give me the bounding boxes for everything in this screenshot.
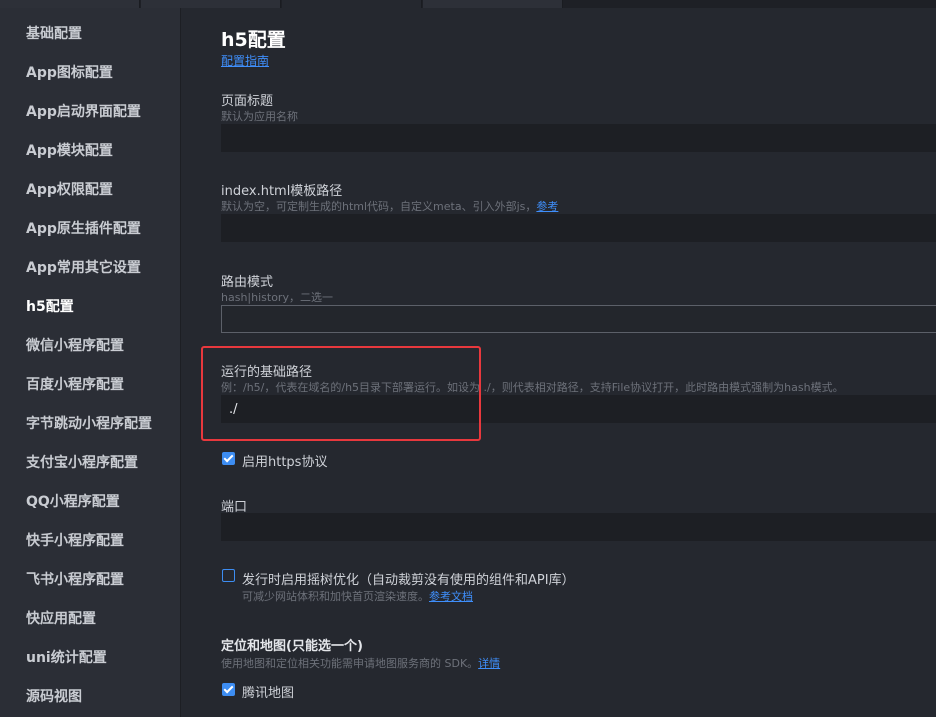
sidebar-item-source-view[interactable]: 源码视图: [26, 686, 82, 706]
router-mode-label: 路由模式: [221, 275, 274, 290]
page-title-label: 页面标题: [221, 94, 274, 109]
editor-tab[interactable]: [423, 0, 563, 8]
editor-tab-bar: [0, 0, 936, 8]
map-section-title: 定位和地图(只能选一个): [221, 639, 363, 654]
map-section-hint-text: 使用地图和定位相关功能需申请地图服务商的 SDK。: [221, 657, 479, 670]
tree-shaking-docs-link[interactable]: 参考文档: [429, 590, 473, 603]
editor-tab[interactable]: [141, 0, 281, 8]
sidebar-item-qq-mp[interactable]: QQ小程序配置: [26, 491, 120, 511]
sidebar-item-basic[interactable]: 基础配置: [26, 23, 82, 43]
sidebar-item-toutiao-mp[interactable]: 字节跳动小程序配置: [26, 413, 152, 433]
page-title-hint: 默认为应用名称: [221, 110, 298, 123]
sidebar-item-app-permissions[interactable]: App权限配置: [26, 179, 113, 199]
template-path-reference-link[interactable]: 参考: [536, 200, 558, 213]
map-section-hint: 使用地图和定位相关功能需申请地图服务商的 SDK。详情: [221, 655, 500, 671]
tree-shaking-checkbox[interactable]: [222, 569, 235, 582]
sidebar-item-kuaishou-mp[interactable]: 快手小程序配置: [26, 530, 124, 550]
sidebar-item-baidu-mp[interactable]: 百度小程序配置: [26, 374, 124, 394]
sidebar-item-app-icon[interactable]: App图标配置: [26, 62, 113, 82]
template-path-hint-text: 默认为空，可定制生成的html代码，自定义meta、引入外部js，: [221, 200, 537, 213]
map-details-link[interactable]: 详情: [478, 657, 500, 670]
sidebar-item-app-splash[interactable]: App启动界面配置: [26, 101, 141, 121]
sidebar-item-app-native-plugins[interactable]: App原生插件配置: [26, 218, 141, 238]
base-path-label: 运行的基础路径: [221, 365, 313, 380]
tree-shaking-hint-text: 可减少网站体积和加快首页渲染速度。: [242, 590, 429, 603]
page-title: h5配置: [221, 29, 286, 51]
tree-shaking-label: 发行时启用摇树优化（自动裁剪没有使用的组件和API库）: [242, 573, 575, 588]
sidebar-item-alipay-mp[interactable]: 支付宝小程序配置: [26, 452, 138, 472]
h5-config-panel: h5配置 配置指南 页面标题 默认为应用名称 index.html模板路径 默认…: [181, 8, 936, 717]
template-path-input[interactable]: [221, 214, 936, 242]
router-mode-input[interactable]: [221, 305, 936, 333]
editor-tab[interactable]: [0, 0, 140, 8]
sidebar-item-uni-stat[interactable]: uni统计配置: [26, 647, 107, 667]
https-checkbox[interactable]: [222, 452, 235, 465]
base-path-hint: 例：/h5/，代表在域名的/h5目录下部署运行。如设为 ./，则代表相对路径，支…: [221, 381, 844, 394]
sidebar-item-weixin-mp[interactable]: 微信小程序配置: [26, 335, 124, 355]
config-sidebar: 基础配置 App图标配置 App启动界面配置 App模块配置 App权限配置 A…: [0, 8, 181, 717]
sidebar-item-lark-mp[interactable]: 飞书小程序配置: [26, 569, 124, 589]
template-path-hint: 默认为空，可定制生成的html代码，自定义meta、引入外部js，参考: [221, 198, 558, 214]
tencent-map-checkbox[interactable]: [222, 683, 235, 696]
tencent-map-label: 腾讯地图: [242, 686, 295, 701]
https-label: 启用https协议: [242, 455, 328, 470]
page-title-input[interactable]: [221, 124, 936, 152]
template-path-label: index.html模板路径: [221, 184, 343, 199]
sidebar-item-app-other-settings[interactable]: App常用其它设置: [26, 257, 141, 277]
sidebar-item-app-modules[interactable]: App模块配置: [26, 140, 113, 160]
base-path-input[interactable]: [221, 395, 936, 423]
port-input[interactable]: [221, 513, 936, 541]
config-guide-link[interactable]: 配置指南: [221, 52, 269, 69]
editor-tab-active[interactable]: [282, 0, 422, 8]
sidebar-item-h5[interactable]: h5配置: [26, 296, 74, 316]
router-mode-hint: hash|history，二选一: [221, 291, 333, 304]
tree-shaking-hint: 可减少网站体积和加快首页渲染速度。参考文档: [242, 588, 473, 604]
sidebar-item-quickapp[interactable]: 快应用配置: [26, 608, 96, 628]
